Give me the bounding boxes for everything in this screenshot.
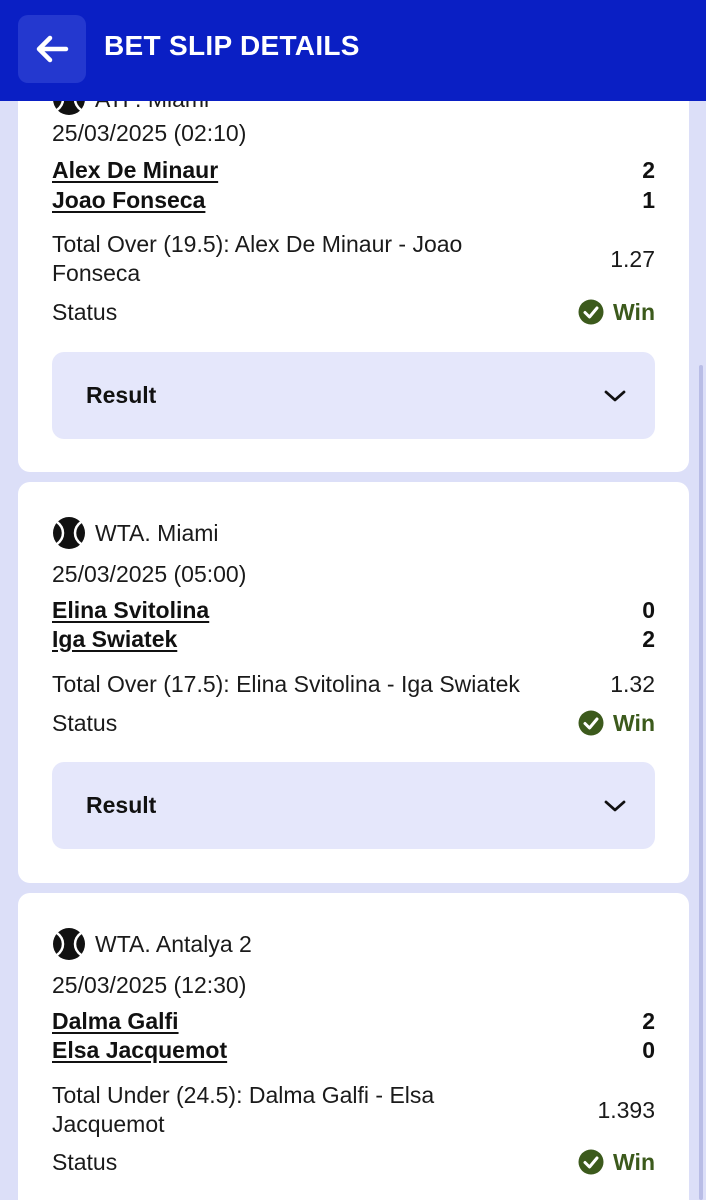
- odds-value: 1.393: [597, 1096, 655, 1123]
- tennis-ball-icon: [53, 517, 85, 549]
- market-row: Total Under (24.5): Dalma Galfi - Elsa J…: [52, 1081, 655, 1139]
- team-score: 0: [642, 596, 655, 623]
- check-circle-icon: [578, 710, 604, 736]
- page-title: BET SLIP DETAILS: [104, 30, 360, 61]
- result-label: Result: [86, 792, 157, 818]
- team-row: Iga Swiatek 2: [52, 624, 655, 654]
- check-circle-icon: [578, 1149, 604, 1175]
- team-score: 1: [642, 186, 655, 213]
- status-value: Win: [613, 298, 655, 325]
- bet-card: WTA. Miami 25/03/2025 (05:00) Elina Svit…: [18, 482, 689, 883]
- team-score: 2: [642, 625, 655, 652]
- team-score: 2: [642, 156, 655, 183]
- team-name[interactable]: Dalma Galfi: [52, 1008, 179, 1035]
- bet-card: WTA. Antalya 2 25/03/2025 (12:30) Dalma …: [18, 893, 689, 1200]
- arrow-left-icon: [36, 35, 69, 63]
- result-label: Result: [86, 382, 157, 408]
- app-header: BET SLIP DETAILS: [0, 0, 706, 101]
- market-row: Total Over (19.5): Alex De Minaur - Joao…: [52, 230, 655, 288]
- status-badge: Win: [578, 299, 655, 326]
- status-label: Status: [52, 298, 118, 325]
- check-circle-icon: [578, 299, 604, 325]
- result-accordion[interactable]: Result: [52, 762, 655, 849]
- bet-card: ATP. Miami 25/03/2025 (02:10) Alex De Mi…: [18, 60, 689, 472]
- status-row: Status Win: [52, 1147, 655, 1177]
- league-name: WTA. Antalya 2: [95, 930, 252, 957]
- status-badge: Win: [578, 1149, 655, 1176]
- team-row: Elina Svitolina 0: [52, 595, 655, 625]
- scrollbar[interactable]: [699, 365, 703, 1200]
- team-row: Dalma Galfi 2: [52, 1006, 655, 1036]
- chevron-down-icon: [604, 390, 626, 401]
- team-score: 2: [642, 1007, 655, 1034]
- team-row: Alex De Minaur 2: [52, 155, 655, 185]
- match-date: 25/03/2025 (05:00): [52, 561, 247, 587]
- team-name[interactable]: Joao Fonseca: [52, 187, 205, 214]
- team-score: 0: [642, 1036, 655, 1063]
- league-name: WTA. Miami: [95, 519, 219, 546]
- team-name[interactable]: Iga Swiatek: [52, 626, 177, 653]
- team-name[interactable]: Alex De Minaur: [52, 157, 218, 184]
- market-row: Total Over (17.5): Elina Svitolina - Iga…: [52, 670, 655, 699]
- odds-value: 1.32: [610, 671, 655, 697]
- back-button[interactable]: [18, 15, 86, 83]
- team-name[interactable]: Elsa Jacquemot: [52, 1037, 227, 1064]
- status-label: Status: [52, 709, 118, 736]
- status-value: Win: [613, 1148, 655, 1175]
- odds-value: 1.27: [610, 245, 655, 272]
- market-description: Total Under (24.5): Dalma Galfi - Elsa J…: [52, 1082, 435, 1137]
- team-row: Joao Fonseca 1: [52, 185, 655, 215]
- league-row: WTA. Miami: [52, 516, 219, 550]
- result-accordion[interactable]: Result: [52, 352, 655, 439]
- tennis-ball-icon: [53, 928, 85, 960]
- team-name[interactable]: Elina Svitolina: [52, 597, 209, 624]
- status-label: Status: [52, 1148, 118, 1175]
- status-row: Status Win: [52, 708, 655, 738]
- status-value: Win: [613, 709, 655, 736]
- team-row: Elsa Jacquemot 0: [52, 1035, 655, 1065]
- chevron-down-icon: [604, 800, 626, 811]
- market-description: Total Over (17.5): Elina Svitolina - Iga…: [52, 671, 520, 697]
- match-date: 25/03/2025 (02:10): [52, 120, 247, 146]
- status-row: Status Win: [52, 297, 655, 327]
- market-description: Total Over (19.5): Alex De Minaur - Joao…: [52, 231, 463, 286]
- status-badge: Win: [578, 710, 655, 737]
- match-date: 25/03/2025 (12:30): [52, 972, 247, 998]
- league-row: WTA. Antalya 2: [52, 927, 252, 961]
